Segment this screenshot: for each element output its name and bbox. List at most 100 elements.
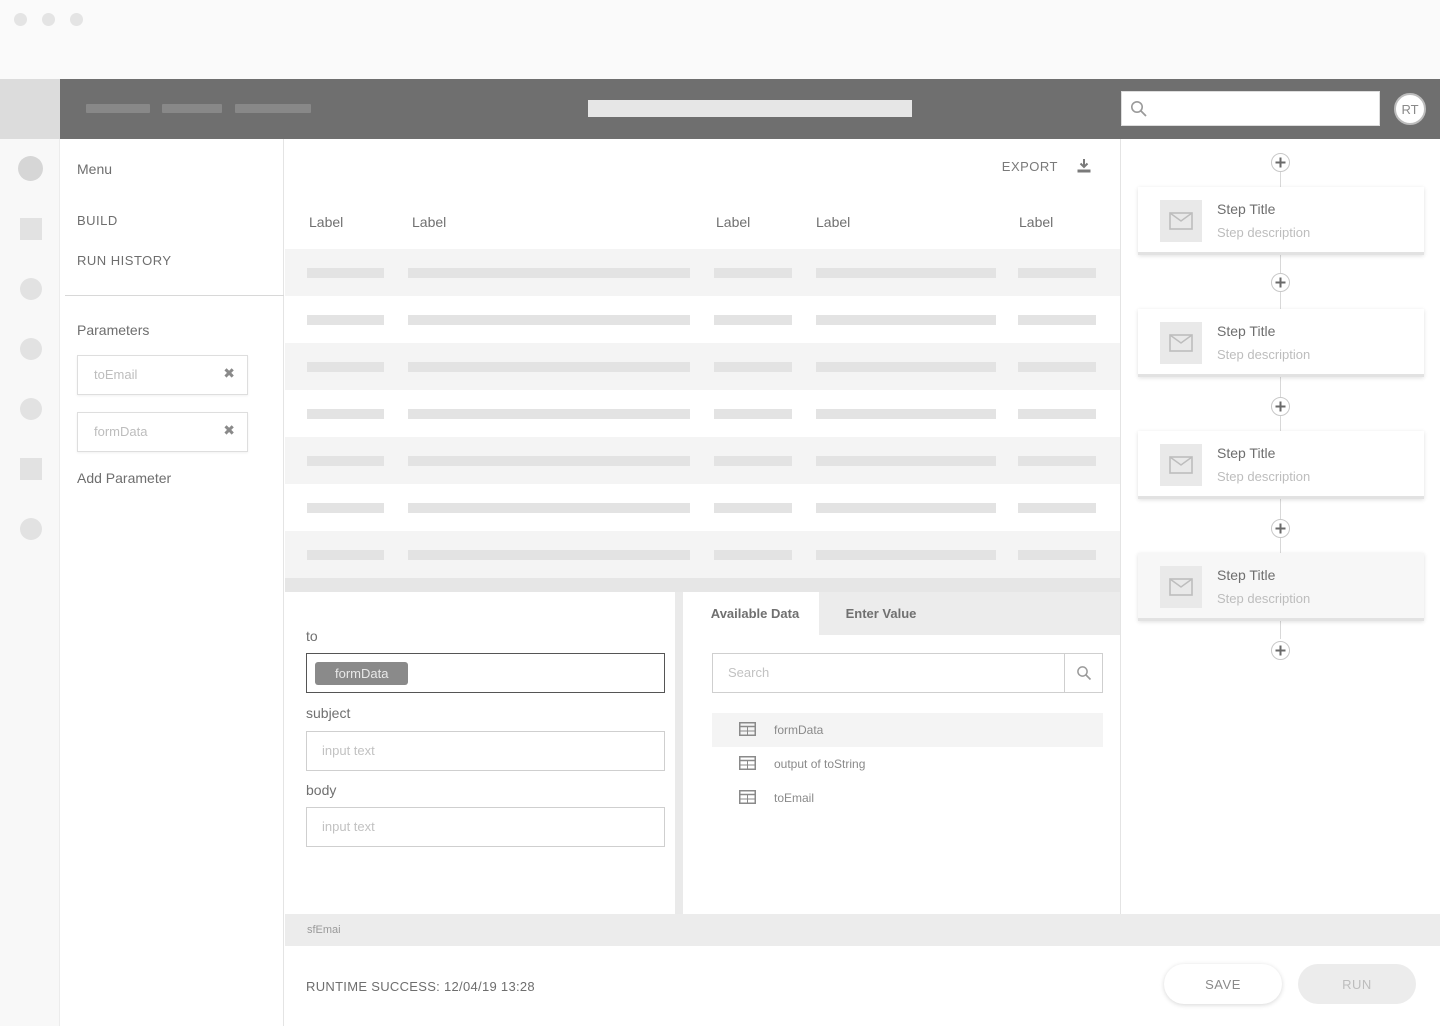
window-minimize-dot[interactable] [42, 13, 55, 26]
parameter-chip[interactable]: formData ✖ [77, 412, 248, 452]
left-panel: Menu BUILD RUN HISTORY Parameters toEmai… [61, 139, 284, 1026]
data-item[interactable]: toEmail [712, 781, 1103, 815]
data-table-panel: EXPORT Label Label Label Label Label [285, 139, 1120, 582]
add-step-icon[interactable] [1271, 397, 1290, 416]
table-row[interactable] [285, 437, 1120, 484]
table-cell-placeholder [408, 268, 690, 278]
rail-item-icon-5[interactable] [20, 398, 42, 420]
table-row[interactable] [285, 484, 1120, 531]
table-cell-placeholder [816, 456, 996, 466]
table-row[interactable] [285, 249, 1120, 296]
body-label: body [306, 782, 337, 798]
to-field[interactable]: formData [306, 653, 665, 693]
table-cell-placeholder [816, 503, 996, 513]
table-header-cell[interactable]: Label [716, 214, 750, 230]
table-cell-placeholder [714, 362, 792, 372]
page-title-placeholder [588, 100, 912, 117]
table-cell-placeholder [816, 409, 996, 419]
table-header-cell[interactable]: Label [412, 214, 446, 230]
subject-field[interactable]: input text [306, 731, 665, 771]
rail-home-icon[interactable] [18, 156, 43, 181]
add-step-icon[interactable] [1271, 641, 1290, 660]
subject-label: subject [306, 705, 351, 721]
remove-icon[interactable]: ✖ [223, 365, 235, 382]
parameter-name: formData [94, 424, 148, 439]
menu-item-run-history[interactable]: RUN HISTORY [77, 253, 172, 268]
header-search-input[interactable] [1121, 91, 1380, 126]
table-icon [739, 722, 756, 741]
subject-placeholder: input text [322, 743, 375, 758]
nav-link-placeholder-2[interactable] [162, 104, 222, 113]
footer-bar: RUNTIME SUCCESS: 12/04/19 13:28 SAVE RUN [285, 946, 1440, 1026]
download-icon[interactable] [1076, 158, 1092, 179]
add-step-icon[interactable] [1271, 519, 1290, 538]
table-row[interactable] [285, 390, 1120, 437]
add-parameter-link[interactable]: Add Parameter [77, 470, 171, 486]
remove-icon[interactable]: ✖ [223, 422, 235, 439]
tab-enter-value[interactable]: Enter Value [819, 592, 943, 635]
add-step-icon[interactable] [1271, 153, 1290, 172]
table-cell-placeholder [1018, 362, 1096, 372]
step-card[interactable]: Step Title Step description [1138, 431, 1424, 499]
save-button[interactable]: SAVE [1164, 964, 1282, 1004]
table-scrollbar[interactable] [285, 578, 1120, 592]
tab-available-data[interactable]: Available Data [691, 592, 819, 635]
step-card-selected[interactable]: Step Title Step description [1138, 553, 1424, 621]
data-item-label: output of toString [774, 757, 866, 771]
parameter-name: toEmail [94, 367, 138, 382]
table-icon [739, 790, 756, 809]
rail-item-icon-2[interactable] [20, 218, 42, 240]
data-item[interactable]: output of toString [712, 747, 1103, 781]
data-item[interactable]: formData [712, 713, 1103, 747]
table-row[interactable] [285, 531, 1120, 578]
data-item-label: toEmail [774, 791, 815, 805]
table-cell-placeholder [714, 456, 792, 466]
table-row[interactable] [285, 296, 1120, 343]
email-icon [1160, 444, 1202, 486]
table-header-cell[interactable]: Label [1019, 214, 1053, 230]
to-value-tag[interactable]: formData [315, 662, 409, 685]
runtime-status: RUNTIME SUCCESS: 12/04/19 13:28 [306, 979, 535, 994]
data-picker-tabs: Available Data Enter Value [691, 592, 1120, 635]
nav-link-placeholder-3[interactable] [235, 104, 311, 113]
app-logo[interactable] [0, 79, 60, 139]
data-search-input[interactable]: Search [712, 653, 1103, 693]
table-cell-placeholder [408, 362, 690, 372]
table-cell-placeholder [1018, 503, 1096, 513]
rail-item-icon-6[interactable] [20, 458, 42, 480]
run-button[interactable]: RUN [1298, 964, 1416, 1004]
step-title: Step Title [1217, 445, 1276, 461]
step-card[interactable]: Step Title Step description [1138, 187, 1424, 255]
table-cell-placeholder [408, 315, 690, 325]
search-icon[interactable] [1064, 654, 1102, 692]
table-cell-placeholder [307, 503, 384, 513]
status-gutter: sfEmai [285, 914, 1440, 946]
table-header-cell[interactable]: Label [309, 214, 343, 230]
menu-item-build[interactable]: BUILD [77, 213, 118, 228]
user-avatar[interactable]: RT [1394, 93, 1426, 125]
step-description: Step description [1217, 347, 1311, 362]
export-button[interactable]: EXPORT [1002, 159, 1058, 174]
step-form: to formData subject input text body inpu… [285, 592, 683, 914]
body-field[interactable]: input text [306, 807, 665, 847]
step-card[interactable]: Step Title Step description [1138, 309, 1424, 377]
window-close-dot[interactable] [14, 13, 27, 26]
table-cell-placeholder [307, 315, 384, 325]
add-step-icon[interactable] [1271, 273, 1290, 292]
rail-item-icon-7[interactable] [20, 518, 42, 540]
parameter-chip[interactable]: toEmail ✖ [77, 355, 248, 395]
window-maximize-dot[interactable] [70, 13, 83, 26]
menu-title: Menu [77, 161, 113, 177]
steps-panel: Step Title Step description Step Title S… [1120, 139, 1440, 914]
rail-item-icon-3[interactable] [20, 278, 42, 300]
window-chrome [0, 0, 1440, 79]
table-header-cell[interactable]: Label [816, 214, 850, 230]
to-label: to [306, 628, 318, 644]
table-cell-placeholder [408, 503, 690, 513]
table-cell-placeholder [1018, 550, 1096, 560]
table-row[interactable] [285, 343, 1120, 390]
nav-link-placeholder-1[interactable] [86, 104, 150, 113]
table-cell-placeholder [408, 550, 690, 560]
step-description: Step description [1217, 469, 1311, 484]
rail-item-icon-4[interactable] [20, 338, 42, 360]
